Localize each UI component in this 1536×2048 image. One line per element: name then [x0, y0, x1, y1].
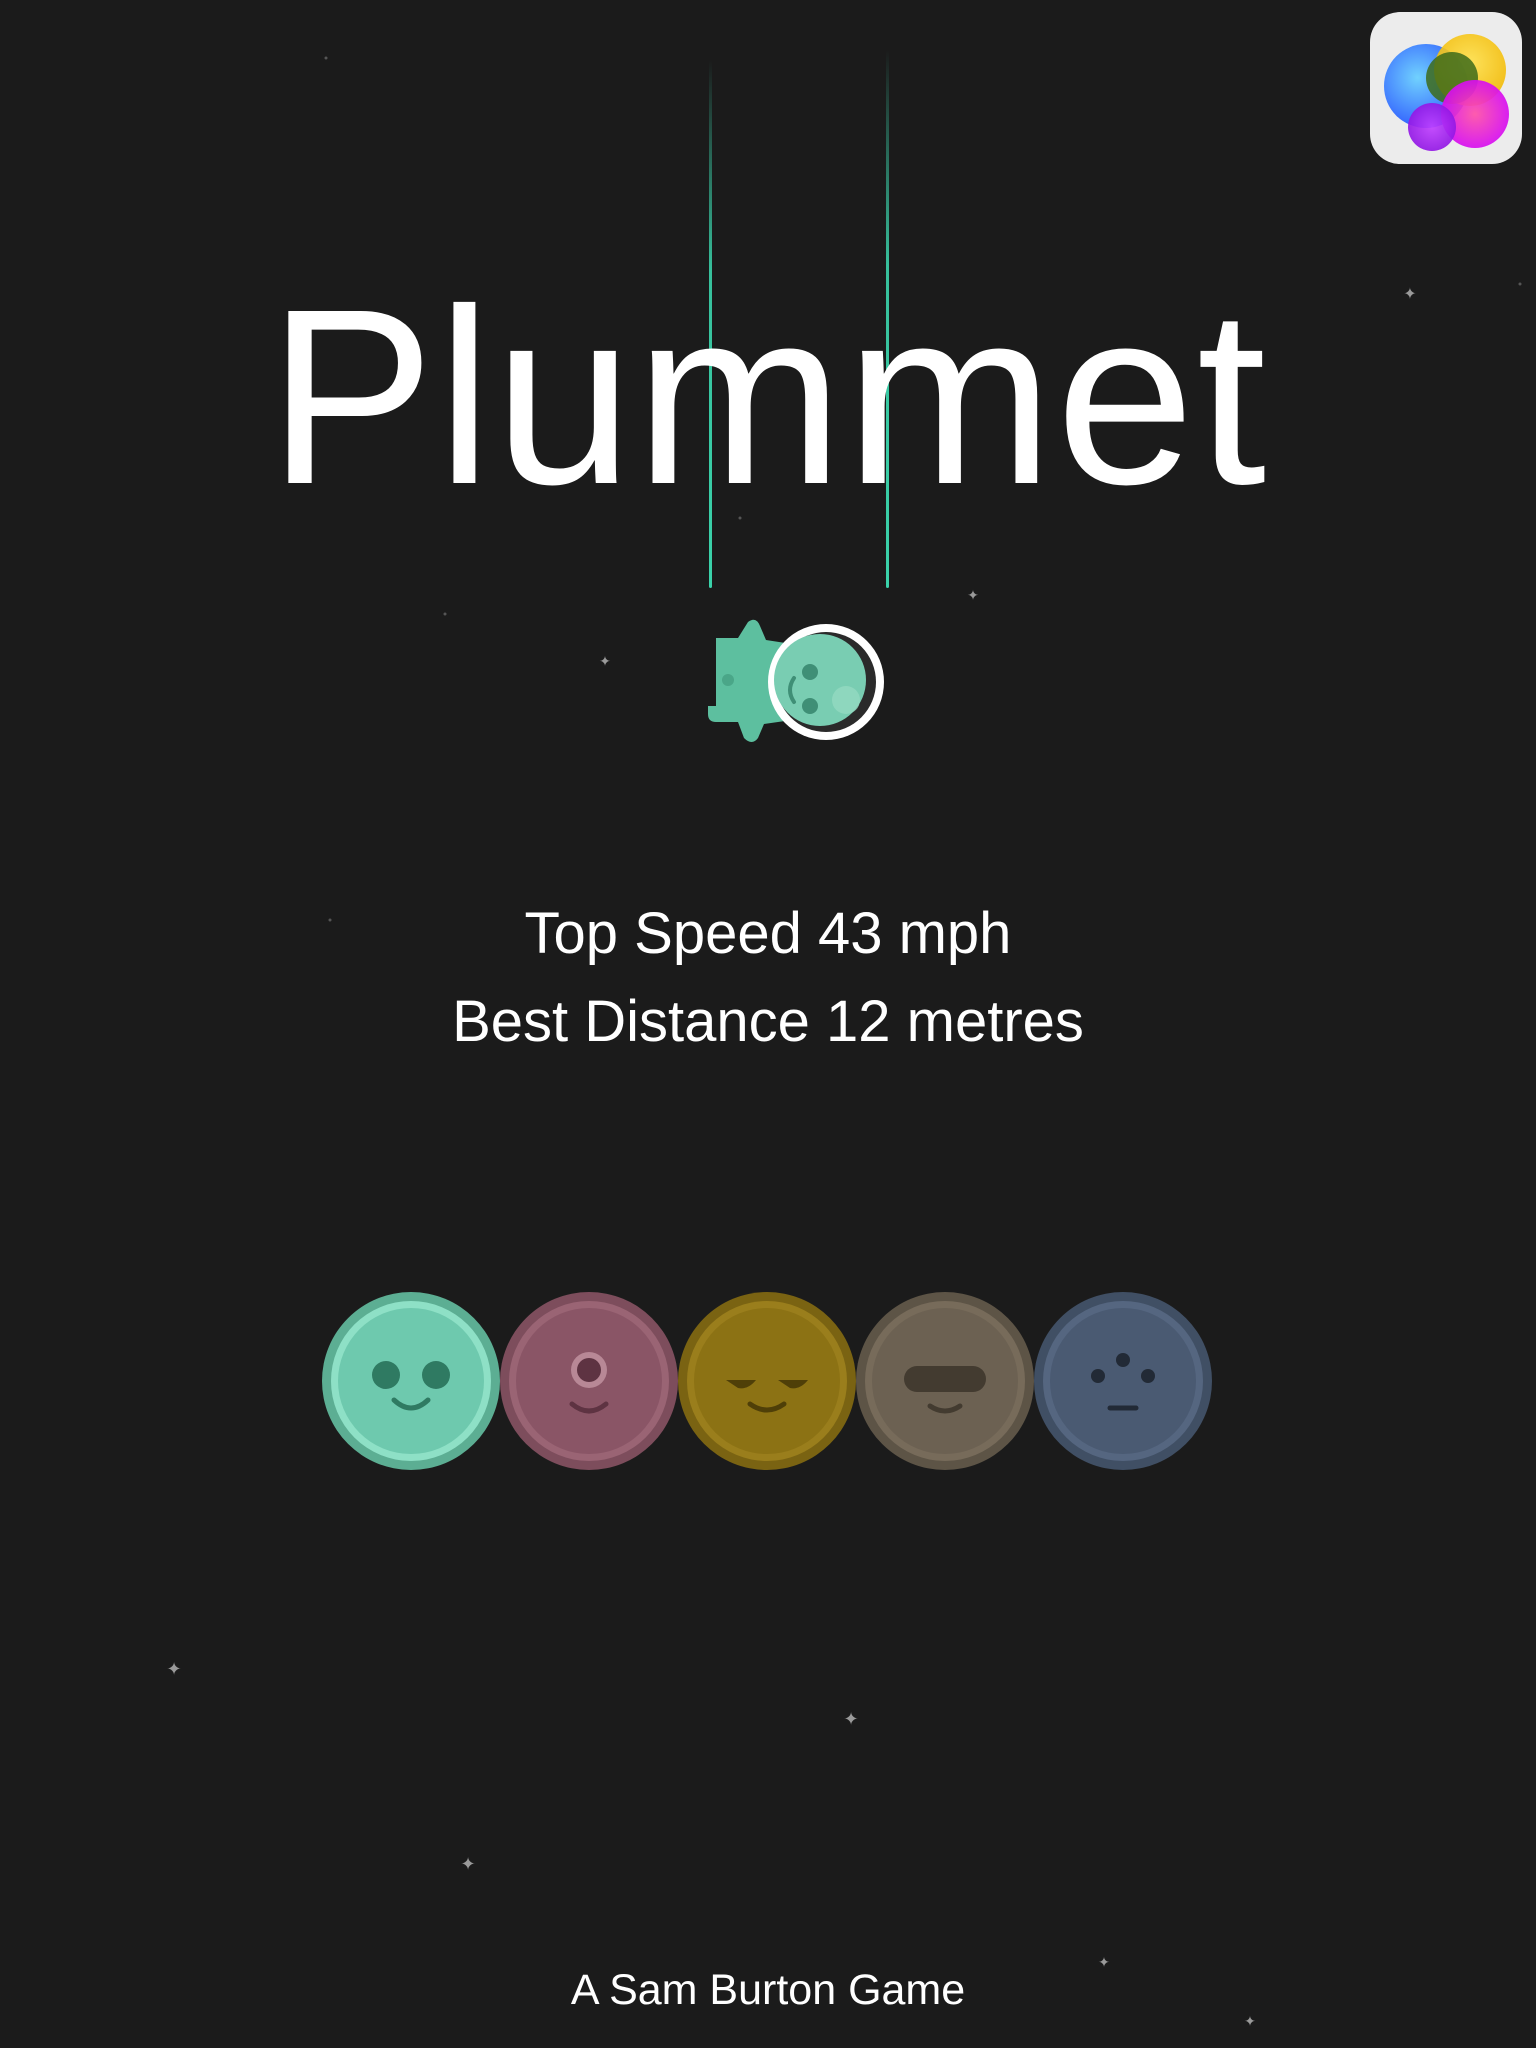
character-blue-button[interactable] [1034, 1292, 1212, 1470]
character-yellow-button[interactable] [678, 1292, 856, 1470]
credit-text: A Sam Burton Game [570, 1966, 966, 2014]
blue-face-icon [1034, 1292, 1212, 1470]
game-center-icon [1384, 34, 1509, 151]
top-speed-stat: Top Speed 43 mph [524, 901, 1012, 966]
character-tan-button[interactable] [856, 1292, 1034, 1470]
green-face-icon [322, 1292, 500, 1470]
game-title: Plummet [267, 257, 1269, 536]
star-icon [324, 56, 328, 60]
character-green-button[interactable] [322, 1292, 500, 1470]
pink-face-icon [500, 1292, 678, 1470]
player-character [708, 616, 892, 751]
game-center-button[interactable] [1370, 12, 1522, 164]
character-pink-button[interactable] [500, 1292, 678, 1470]
yellow-face-icon [678, 1292, 856, 1470]
star-icon: ✦ [166, 1659, 182, 1680]
best-distance-stat: Best Distance 12 metres [452, 989, 1084, 1054]
star-icon: ✦ [460, 1854, 476, 1875]
star-icon: ✦ [967, 588, 979, 604]
star-icon: ✦ [1244, 2014, 1256, 2030]
star-icon: ✦ [599, 654, 611, 670]
star-icon: ✦ [843, 1709, 859, 1730]
tan-face-icon [856, 1292, 1034, 1470]
star-icon [443, 612, 447, 616]
character-selector [322, 1292, 1212, 1470]
game-screen: ✦ ✦ ✦ ✦ ✦ ✦ ✦ ✦ Plummet Top Speed 43 mph… [0, 0, 1536, 2048]
